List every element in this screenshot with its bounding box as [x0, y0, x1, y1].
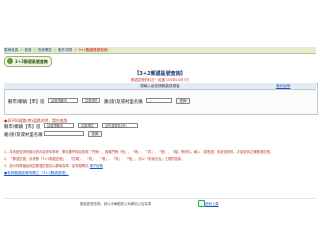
row2-road-input[interactable]: [44, 131, 84, 136]
row2-district-select[interactable]: 請選擇區: [78, 123, 98, 128]
extra-query-link[interactable]: ●查詢郵遞區號有關之「3+2郵遞區號」: [4, 171, 69, 176]
search-panel-title: 請輸入欲查詢郵遞區號者: [140, 84, 180, 88]
note-2: 2、「郵遞區號」請依照「3+2郵遞區號」，「區碼」、「段」、「巷」、「弄」、「號…: [4, 157, 185, 161]
row2-road-label: 路(街)及或村里名稱: [4, 133, 43, 138]
note-1: 1、本系統查詢所顯示的內容僅供參考，郵件郵寄時請依照「門牌」，各種門牌「段」、「…: [4, 150, 274, 154]
top-header-area: [0, 0, 320, 30]
row1-area-label: 縣市/鄉鎮【市】區: [8, 100, 45, 105]
row1-road-label: 路(街)及或村里名稱: [104, 100, 143, 105]
leaf-icon: [7, 58, 13, 64]
email-link[interactable]: 電子信箱: [90, 164, 103, 168]
row1-district-select[interactable]: 請選擇區: [82, 98, 100, 103]
row2-city-select[interactable]: 請選擇縣市: [44, 123, 74, 128]
update-note: 郵遞區號資料日：民國 103年10月7日: [130, 78, 190, 82]
row2-query-button[interactable]: 查詢: [88, 131, 102, 137]
note-3: 3、部分特殊偏遠地區郵遞區號請以郵局為準，如有疑問請 電子信箱: [4, 164, 103, 168]
footer-back-link[interactable]: 回到上頁: [205, 201, 219, 206]
breadcrumb-current: 3+2郵遞區號查詢: [78, 48, 108, 52]
breadcrumb-rates[interactable]: 郵件資費: [58, 48, 72, 52]
footer-divider: [4, 198, 316, 199]
footer-text: 郵遞區號查詢，請以中華郵政公司網站公告為準: [80, 202, 152, 206]
help-link[interactable]: 操作說明: [276, 83, 290, 89]
print-icon[interactable]: [198, 200, 205, 207]
breadcrumb-query[interactable]: 查詢專區: [38, 48, 52, 52]
breadcrumb-home[interactable]: 郵局首頁: [4, 48, 18, 52]
row1-query-button[interactable]: 查詢: [176, 98, 190, 104]
row2-road-select[interactable]: 請先選擇區(市): [102, 123, 138, 128]
zipcode-logo: 3+2郵遞區號查詢: [4, 56, 52, 67]
page-title: 【3+2郵遞區號查詢】: [134, 71, 186, 77]
row1-road-select[interactable]: ....: [146, 98, 172, 103]
breadcrumb: 郵局首頁 ＞ 首頁 ＞ 查詢專區 ＞ 郵件資費 ＞ 3+2郵遞區號查詢: [4, 47, 316, 54]
row2-area-label: 縣市/鄉鎮【市】區: [4, 125, 41, 130]
row1-city-select[interactable]: 請選擇縣市: [48, 98, 78, 103]
breadcrumb-index[interactable]: 首頁: [24, 48, 31, 52]
logo-text: 3+2郵遞區號查詢: [15, 59, 48, 64]
